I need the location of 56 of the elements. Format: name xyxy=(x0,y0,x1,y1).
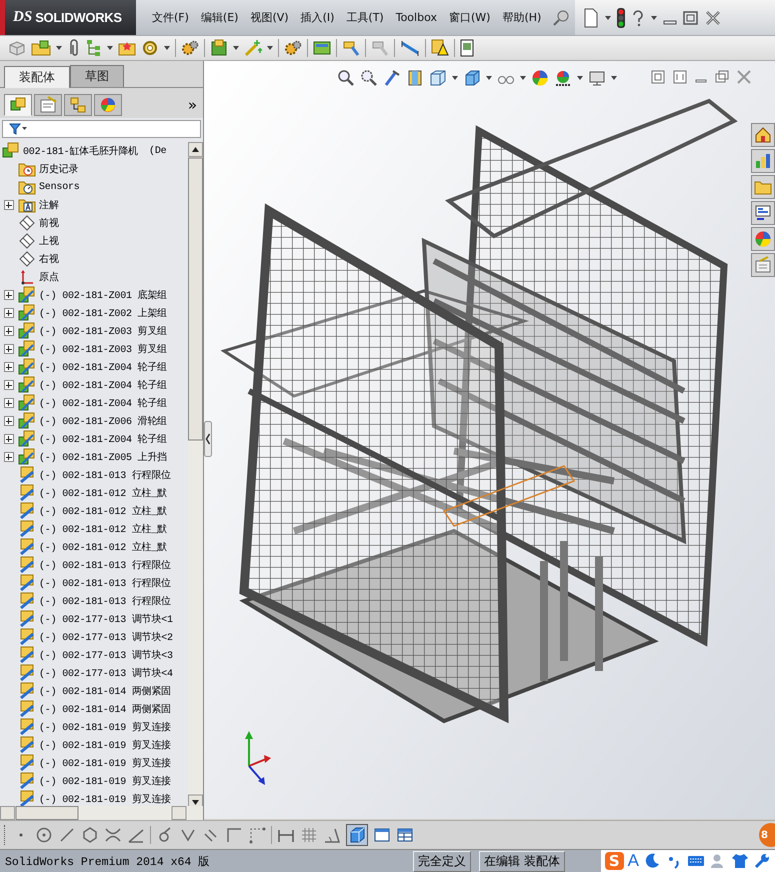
tree-item[interactable]: (-) 002-181-Z001 底架组 xyxy=(37,288,168,302)
tree-item[interactable]: 历史记录 xyxy=(37,162,78,176)
tree-item[interactable]: (-) 002-177-013 调节块<2 xyxy=(37,630,173,644)
menu-item[interactable]: 编辑(E) xyxy=(200,10,238,25)
tree-item[interactable]: 002-181-缸体毛胚升降机 xyxy=(21,144,138,158)
logo-text: SOLIDWORKS xyxy=(35,10,122,25)
tree-item[interactable]: (-) 002-181-012 立柱_默 xyxy=(37,504,168,518)
tree-item[interactable]: (-) 002-181-019 剪叉连接 xyxy=(37,738,172,752)
menu-item[interactable]: 工具(T) xyxy=(346,10,384,25)
logo-mark: DS xyxy=(13,9,32,26)
tree-item[interactable]: (-) 002-177-013 调节块<4 xyxy=(37,666,173,680)
tree-item[interactable]: (-) 002-181-Z003 剪叉组 xyxy=(37,342,168,356)
tree-item[interactable]: (-) 002-181-012 立柱_默 xyxy=(37,486,168,500)
tree-item[interactable]: (-) 002-181-019 剪叉连接 xyxy=(37,720,172,734)
ime-language-toggle[interactable]: A xyxy=(628,851,639,871)
expand-button[interactable]: » xyxy=(188,96,199,114)
tree-item[interactable]: (-) 002-181-013 行程限位 xyxy=(37,594,172,608)
menu-item[interactable]: 视图(V) xyxy=(250,10,289,25)
notification-badge: 8 xyxy=(759,823,775,847)
tree-item[interactable]: 注解 xyxy=(37,198,59,212)
tree-item[interactable]: Sensors xyxy=(37,182,80,192)
tree-item[interactable]: (-) 002-181-019 剪叉连接 xyxy=(37,756,172,770)
menu-item[interactable]: 窗口(W) xyxy=(448,10,490,25)
tree-item[interactable]: (-) 002-181-012 立柱_默 xyxy=(37,540,168,554)
tree-item[interactable]: (-) 002-181-013 行程限位 xyxy=(37,468,172,482)
tree-item[interactable]: (-) 002-181-Z005 上升挡 xyxy=(37,450,168,464)
tree-item[interactable]: (-) 002-181-Z004 轮子组 xyxy=(37,396,168,410)
tree-item[interactable]: (-) 002-181-Z004 轮子组 xyxy=(37,378,168,392)
tree-item[interactable]: (-) 002-181-Z004 轮子组 xyxy=(37,360,168,374)
tree-item[interactable]: (-) 002-181-Z004 轮子组 xyxy=(37,432,168,446)
tree-item[interactable]: (-) 002-181-013 行程限位 xyxy=(37,558,172,572)
tree-item[interactable]: (-) 002-181-Z002 上架组 xyxy=(37,306,168,320)
tree-item[interactable]: (-) 002-181-014 两侧紧固 xyxy=(37,684,172,698)
status-text: 完全定义 xyxy=(413,850,471,872)
tree-item[interactable]: 右视 xyxy=(37,252,59,266)
menu-item[interactable]: Toolbox xyxy=(396,11,437,24)
tree-item[interactable]: (-) 002-181-019 剪叉连接 xyxy=(37,792,172,806)
tree-item[interactable]: (-) 002-181-Z006 滑轮组 xyxy=(37,414,168,428)
tree-item[interactable]: (-) 002-181-Z003 剪叉组 xyxy=(37,324,168,338)
menu-item[interactable]: 帮助(H) xyxy=(502,10,542,25)
tree-item[interactable]: (-) 002-177-013 调节块<1 xyxy=(37,612,173,626)
tree-item[interactable]: (-) 002-181-013 行程限位 xyxy=(37,576,172,590)
tree-item-suffix: (De xyxy=(148,146,166,156)
tree-item[interactable]: 原点 xyxy=(37,270,59,284)
tree-item[interactable]: 前视 xyxy=(37,216,59,230)
menu-item[interactable]: 文件(F) xyxy=(152,10,189,25)
status-text: 在编辑 装配体 xyxy=(479,850,565,872)
tree-item[interactable]: (-) 002-177-013 调节块<3 xyxy=(37,648,173,662)
tree-item[interactable]: (-) 002-181-019 剪叉连接 xyxy=(37,774,172,788)
tree-item[interactable]: 上视 xyxy=(37,234,59,248)
panel-tab[interactable]: 装配体 xyxy=(4,66,70,88)
menu-item[interactable]: 插入(I) xyxy=(300,10,334,25)
tree-item[interactable]: (-) 002-181-012 立柱_默 xyxy=(37,522,168,536)
status-text: SolidWorks Premium 2014 x64 版 xyxy=(4,854,212,868)
tree-item[interactable]: (-) 002-181-014 两侧紧固 xyxy=(37,702,172,716)
panel-tab[interactable]: 草图 xyxy=(70,65,124,87)
